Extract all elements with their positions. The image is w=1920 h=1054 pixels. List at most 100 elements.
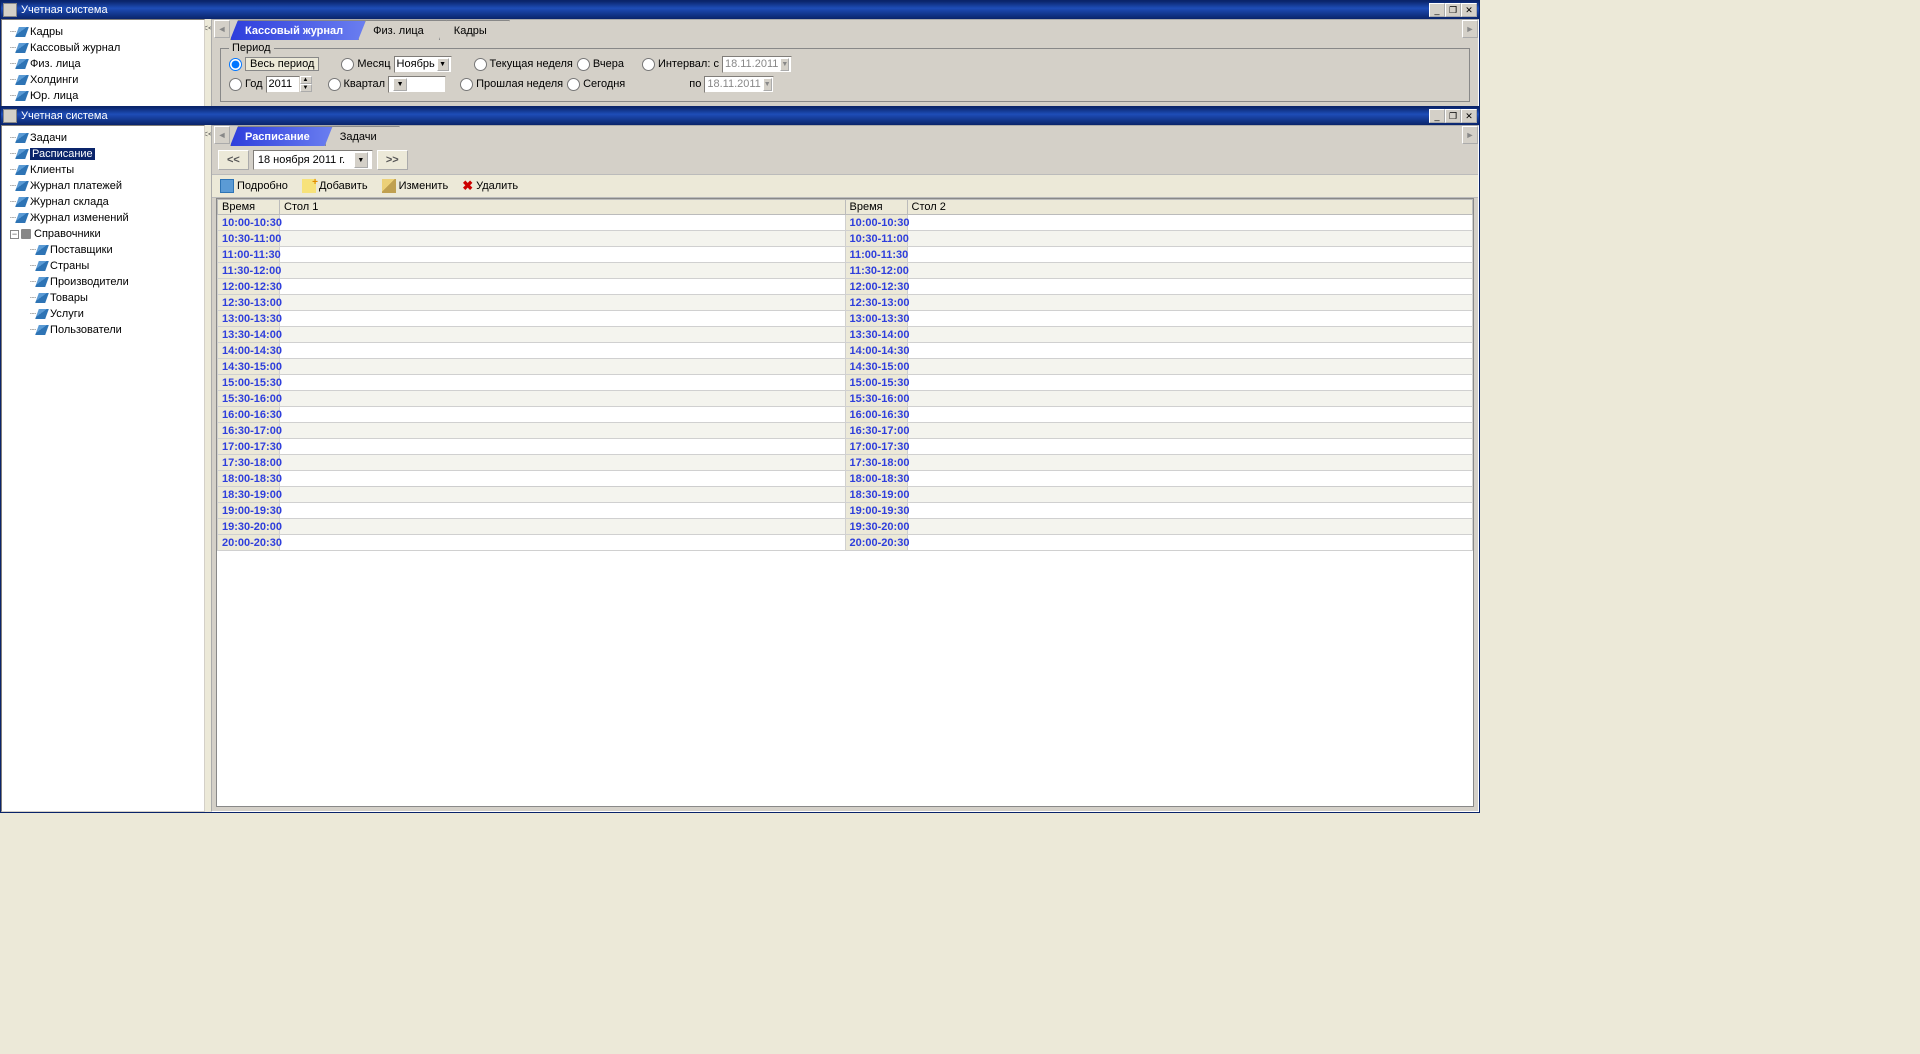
slot-cell-stol2[interactable] [907, 407, 1473, 423]
year-input[interactable] [266, 76, 300, 93]
slot-cell-stol2[interactable] [907, 455, 1473, 471]
tree-item[interactable]: ┈Товары [24, 290, 202, 306]
spin-down-icon[interactable]: ▼ [300, 84, 312, 92]
radio-today[interactable] [567, 78, 580, 91]
titlebar-1[interactable]: Учетная система _ ❐ ✕ [1, 1, 1479, 19]
slot-cell-stol1[interactable] [280, 455, 846, 471]
slot-cell-stol1[interactable] [280, 295, 846, 311]
slot-cell-stol1[interactable] [280, 439, 846, 455]
tree-item-references[interactable]: −Справочники [4, 226, 202, 242]
slot-cell-stol1[interactable] [280, 215, 846, 231]
tree-item[interactable]: ┈Пользователи [24, 322, 202, 338]
slot-cell-stol2[interactable] [907, 423, 1473, 439]
delete-button[interactable]: ✖Удалить [460, 177, 520, 195]
year-spinner[interactable]: ▲▼ [266, 76, 312, 93]
tree-item[interactable]: ┈Услуги [24, 306, 202, 322]
slot-cell-stol2[interactable] [907, 519, 1473, 535]
slot-cell-stol1[interactable] [280, 519, 846, 535]
radio-prev-week[interactable] [460, 78, 473, 91]
schedule-grid[interactable]: Время Стол 1 Время Стол 2 10:00-10:3010:… [216, 198, 1474, 807]
tree-item[interactable]: ┈Юр. лица [4, 88, 202, 104]
schedule-row[interactable]: 15:30-16:0015:30-16:00 [218, 391, 1473, 407]
tabs-scroll-left[interactable]: ◄ [214, 126, 230, 144]
slot-cell-stol1[interactable] [280, 503, 846, 519]
slot-cell-stol1[interactable] [280, 407, 846, 423]
slot-cell-stol1[interactable] [280, 423, 846, 439]
tabs-scroll-right[interactable]: ► [1462, 126, 1478, 144]
tree-item[interactable]: ┈Поставщики [24, 242, 202, 258]
slot-cell-stol2[interactable] [907, 503, 1473, 519]
tab-tasks[interactable]: Задачи [325, 126, 400, 146]
tree-item[interactable]: ┈Производители [24, 274, 202, 290]
slot-cell-stol2[interactable] [907, 375, 1473, 391]
expander-icon[interactable]: − [10, 230, 19, 239]
slot-cell-stol2[interactable] [907, 487, 1473, 503]
schedule-row[interactable]: 12:00-12:3012:00-12:30 [218, 279, 1473, 295]
slot-cell-stol2[interactable] [907, 343, 1473, 359]
chevron-down-icon[interactable]: ▼ [763, 78, 772, 91]
slot-cell-stol1[interactable] [280, 327, 846, 343]
tab-personnel[interactable]: Кадры [439, 20, 510, 40]
schedule-row[interactable]: 20:00-20:3020:00-20:30 [218, 535, 1473, 551]
spin-up-icon[interactable]: ▲ [300, 76, 312, 84]
radio-yesterday[interactable] [577, 58, 590, 71]
add-button[interactable]: Добавить [300, 178, 370, 194]
tabs-scroll-left[interactable]: ◄ [214, 20, 230, 38]
slot-cell-stol2[interactable] [907, 279, 1473, 295]
tree-item[interactable]: ┈Физ. лица [4, 56, 202, 72]
col-stol-1[interactable]: Стол 1 [280, 200, 846, 215]
date-to-input[interactable]: 18.11.2011▼ [704, 76, 774, 93]
schedule-row[interactable]: 16:30-17:0016:30-17:00 [218, 423, 1473, 439]
tree-item[interactable]: ┈Журнал платежей [4, 178, 202, 194]
slot-cell-stol2[interactable] [907, 471, 1473, 487]
tree-item[interactable]: ┈Журнал изменений [4, 210, 202, 226]
schedule-row[interactable]: 17:00-17:3017:00-17:30 [218, 439, 1473, 455]
slot-cell-stol1[interactable] [280, 471, 846, 487]
tree-item[interactable]: ┈Холдинги [4, 72, 202, 88]
tree-item[interactable]: ┈Кассовый журнал [4, 40, 202, 56]
schedule-row[interactable]: 15:00-15:3015:00-15:30 [218, 375, 1473, 391]
tab-schedule[interactable]: Расписание [230, 126, 333, 146]
chevron-down-icon[interactable]: ▼ [780, 58, 789, 71]
schedule-row[interactable]: 13:30-14:0013:30-14:00 [218, 327, 1473, 343]
slot-cell-stol1[interactable] [280, 231, 846, 247]
schedule-row[interactable]: 19:00-19:3019:00-19:30 [218, 503, 1473, 519]
slot-cell-stol1[interactable] [280, 391, 846, 407]
date-picker[interactable]: 18 ноября 2011 г.▼ [253, 150, 373, 170]
schedule-row[interactable]: 11:30-12:0011:30-12:00 [218, 263, 1473, 279]
schedule-row[interactable]: 16:00-16:3016:00-16:30 [218, 407, 1473, 423]
schedule-row[interactable]: 14:30-15:0014:30-15:00 [218, 359, 1473, 375]
radio-year[interactable] [229, 78, 242, 91]
slot-cell-stol2[interactable] [907, 215, 1473, 231]
slot-cell-stol2[interactable] [907, 295, 1473, 311]
radio-month[interactable] [341, 58, 354, 71]
slot-cell-stol1[interactable] [280, 487, 846, 503]
slot-cell-stol1[interactable] [280, 343, 846, 359]
tab-individuals[interactable]: Физ. лица [358, 20, 447, 40]
slot-cell-stol1[interactable] [280, 311, 846, 327]
slot-cell-stol2[interactable] [907, 439, 1473, 455]
maximize-button[interactable]: ❐ [1445, 3, 1461, 17]
col-stol-2[interactable]: Стол 2 [907, 200, 1473, 215]
slot-cell-stol2[interactable] [907, 535, 1473, 551]
next-date-button[interactable]: >> [377, 150, 408, 170]
schedule-row[interactable]: 14:00-14:3014:00-14:30 [218, 343, 1473, 359]
slot-cell-stol2[interactable] [907, 327, 1473, 343]
slot-cell-stol1[interactable] [280, 359, 846, 375]
schedule-row[interactable]: 17:30-18:0017:30-18:00 [218, 455, 1473, 471]
radio-current-week[interactable] [474, 58, 487, 71]
prev-date-button[interactable]: << [218, 150, 249, 170]
slot-cell-stol2[interactable] [907, 231, 1473, 247]
slot-cell-stol2[interactable] [907, 391, 1473, 407]
schedule-row[interactable]: 10:00-10:3010:00-10:30 [218, 215, 1473, 231]
chevron-down-icon[interactable]: ▼ [393, 78, 407, 91]
month-combo[interactable]: Ноябрь▼ [394, 56, 452, 73]
chevron-down-icon[interactable]: ▼ [437, 58, 449, 71]
radio-quarter[interactable] [328, 78, 341, 91]
slot-cell-stol2[interactable] [907, 359, 1473, 375]
schedule-row[interactable]: 19:30-20:0019:30-20:00 [218, 519, 1473, 535]
schedule-row[interactable]: 13:00-13:3013:00-13:30 [218, 311, 1473, 327]
slot-cell-stol1[interactable] [280, 375, 846, 391]
slot-cell-stol2[interactable] [907, 311, 1473, 327]
tree-item[interactable]: ┈Задачи [4, 130, 202, 146]
